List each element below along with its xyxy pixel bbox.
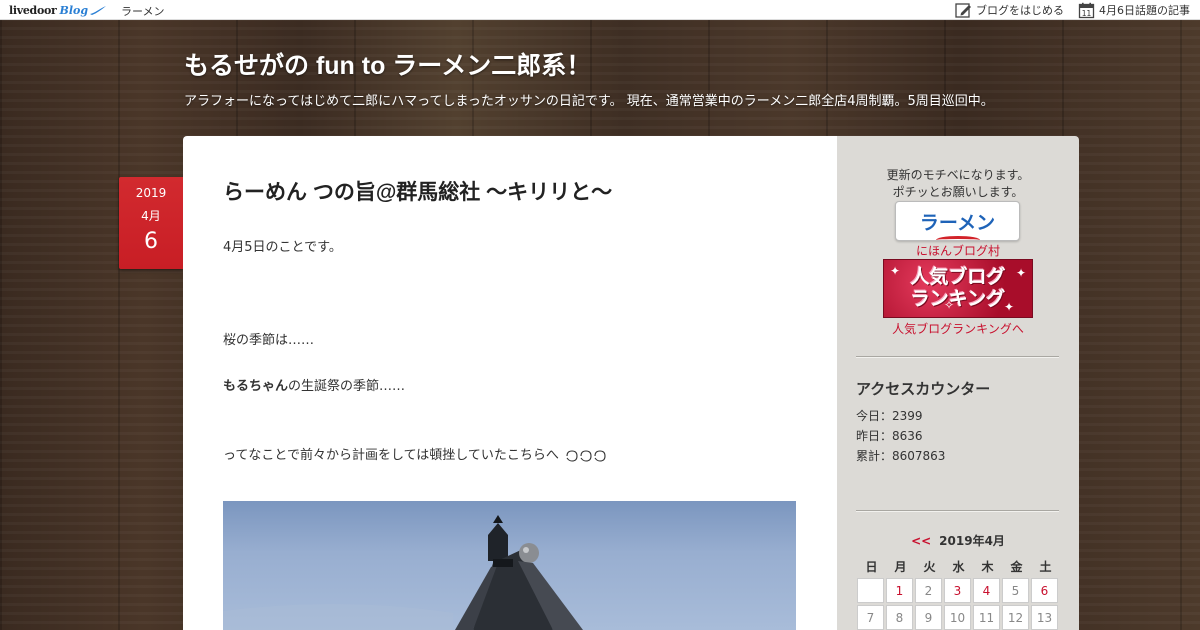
ranking-banner-line-1: 人気ブログ [910,266,1006,288]
article-paragraph-3-rest: の生誕祭の季節…… [288,379,406,394]
article-title[interactable]: らーめん つの旨@群馬総社 〜キリリと〜 [223,176,612,206]
access-counter-title: アクセスカウンター [856,381,991,398]
calendar-day-3[interactable]: 3 [944,578,971,603]
calendar-day-11: 11 [973,605,1000,630]
start-blog-link[interactable]: ブログをはじめる [955,1,1064,19]
article-paragraph-3: もるちゃんの生誕祭の季節…… [223,375,405,394]
sidebar-divider [856,510,1059,511]
weekday-wed: 水 [952,560,965,574]
blog-title[interactable]: もるせがの fun to ラーメン二郎系！ [184,46,591,82]
calendar-icon: 11 [1078,2,1095,18]
nihon-blogmura-banner[interactable]: ラーメン [895,201,1020,241]
calendar-week-1: 1 2 3 4 5 6 [857,578,1060,603]
nihon-blogmura-link[interactable]: にほんブログ村 [837,242,1079,259]
weekday-thu: 木 [981,560,994,574]
calendar-header: << 2019年4月 [837,532,1079,549]
calendar-day-9: 9 [915,605,942,630]
topic-articles-link[interactable]: 11 4月6日話題の記事 [1078,1,1190,19]
counter-total: 累計：8607863 [856,449,946,463]
weekday-sun: 日 [865,560,878,574]
bird-icon [90,5,107,15]
counter-today: 今日：2399 [856,409,923,423]
logo-text: livedoor [9,3,57,17]
weekday-fri: 金 [1010,560,1023,574]
sidebar: 更新のモチベになります。 ポチッとお願いします。 ラーメン にほんブログ村 ✦ … [837,136,1079,630]
post-date-day: 6 [144,229,158,254]
calendar-day-empty [857,578,884,603]
ranking-banner[interactable]: ✦ ✦ ✧ ✦ 人気ブログ ランキング [883,259,1033,318]
sparkle-icon: ✦ [1016,266,1027,280]
calendar-day-6[interactable]: 6 [1031,578,1058,603]
logo-blog-text: Blog [59,3,89,17]
topic-articles-label: 4月6日話題の記事 [1099,4,1190,17]
shop-roof-image [223,515,583,630]
sparkle-icon: ✦ [1004,300,1015,314]
sidebar-divider [856,356,1059,357]
sweat-emoji-icon [566,449,606,462]
post-date-month: 4月 [141,209,161,223]
calendar-week-2: 7 8 9 10 11 12 13 [857,605,1060,630]
article-photo[interactable] [223,501,796,630]
calendar-day-5: 5 [1002,578,1029,603]
sidebar-note-line-1: 更新のモチベになります。 [886,168,1030,182]
weekday-sat: 土 [1039,560,1052,574]
post-date-badge: 2019 4月 6 [119,177,183,269]
sidebar-note-line-2: ポチッとお願いします。 [892,185,1024,199]
counter-yesterday: 昨日：8636 [856,429,923,443]
sparkle-icon: ✦ [890,264,901,278]
calendar-day-4[interactable]: 4 [973,578,1000,603]
weekday-mon: 月 [894,560,907,574]
article-bold-name: もるちゃん [223,379,289,394]
calendar-day-12: 12 [1002,605,1029,630]
category-link[interactable]: ラーメン [121,3,165,19]
article-paragraph-1: 4月5日のことです。 [223,240,342,255]
calendar-day-13: 13 [1031,605,1058,630]
calendar-day-10: 10 [944,605,971,630]
article-panel: らーめん つの旨@群馬総社 〜キリリと〜 4月5日のことです。 桜の季節は…… … [183,136,837,630]
calendar-day-2: 2 [915,578,942,603]
calendar-month: 2019年4月 [939,534,1005,548]
weekday-tue: 火 [923,560,936,574]
ramen-banner-text: ラーメン [919,212,996,234]
start-blog-label: ブログをはじめる [976,4,1064,17]
article-paragraph-4: ってなことで前々から計画をしては頓挫していたこちらへ [223,444,609,463]
calendar-prev-link[interactable]: << [911,534,931,548]
post-date-year: 2019 [135,186,167,200]
livedoor-topbar: livedoor Blog ラーメン ブログをはじめる 11 4月6日話題の記事 [0,0,1200,20]
ranking-link[interactable]: 人気ブログランキングへ [837,320,1079,337]
blog-description: アラフォーになってはじめて二郎にハマってしまったオッサンの日記です。 現在、通常… [184,94,994,109]
article-paragraph-4-text: ってなことで前々から計画をしては頓挫していたこちらへ [223,448,559,463]
calendar-icon-day: 11 [1082,9,1092,18]
calendar-day-7: 7 [857,605,884,630]
livedoor-logo[interactable]: livedoor Blog [9,2,107,18]
article-paragraph-2: 桜の季節は…… [223,333,315,348]
calendar-day-1[interactable]: 1 [886,578,913,603]
sparkle-icon: ✧ [944,298,955,312]
edit-icon [955,2,971,18]
sidebar-note: 更新のモチベになります。 ポチッとお願いします。 [837,167,1079,201]
calendar-weekdays: 日 月 火 水 木 金 土 [857,558,1060,575]
ranking-banner-line-2: ランキング [910,288,1006,310]
topbar-right: ブログをはじめる 11 4月6日話題の記事 [955,1,1190,19]
calendar-day-8: 8 [886,605,913,630]
